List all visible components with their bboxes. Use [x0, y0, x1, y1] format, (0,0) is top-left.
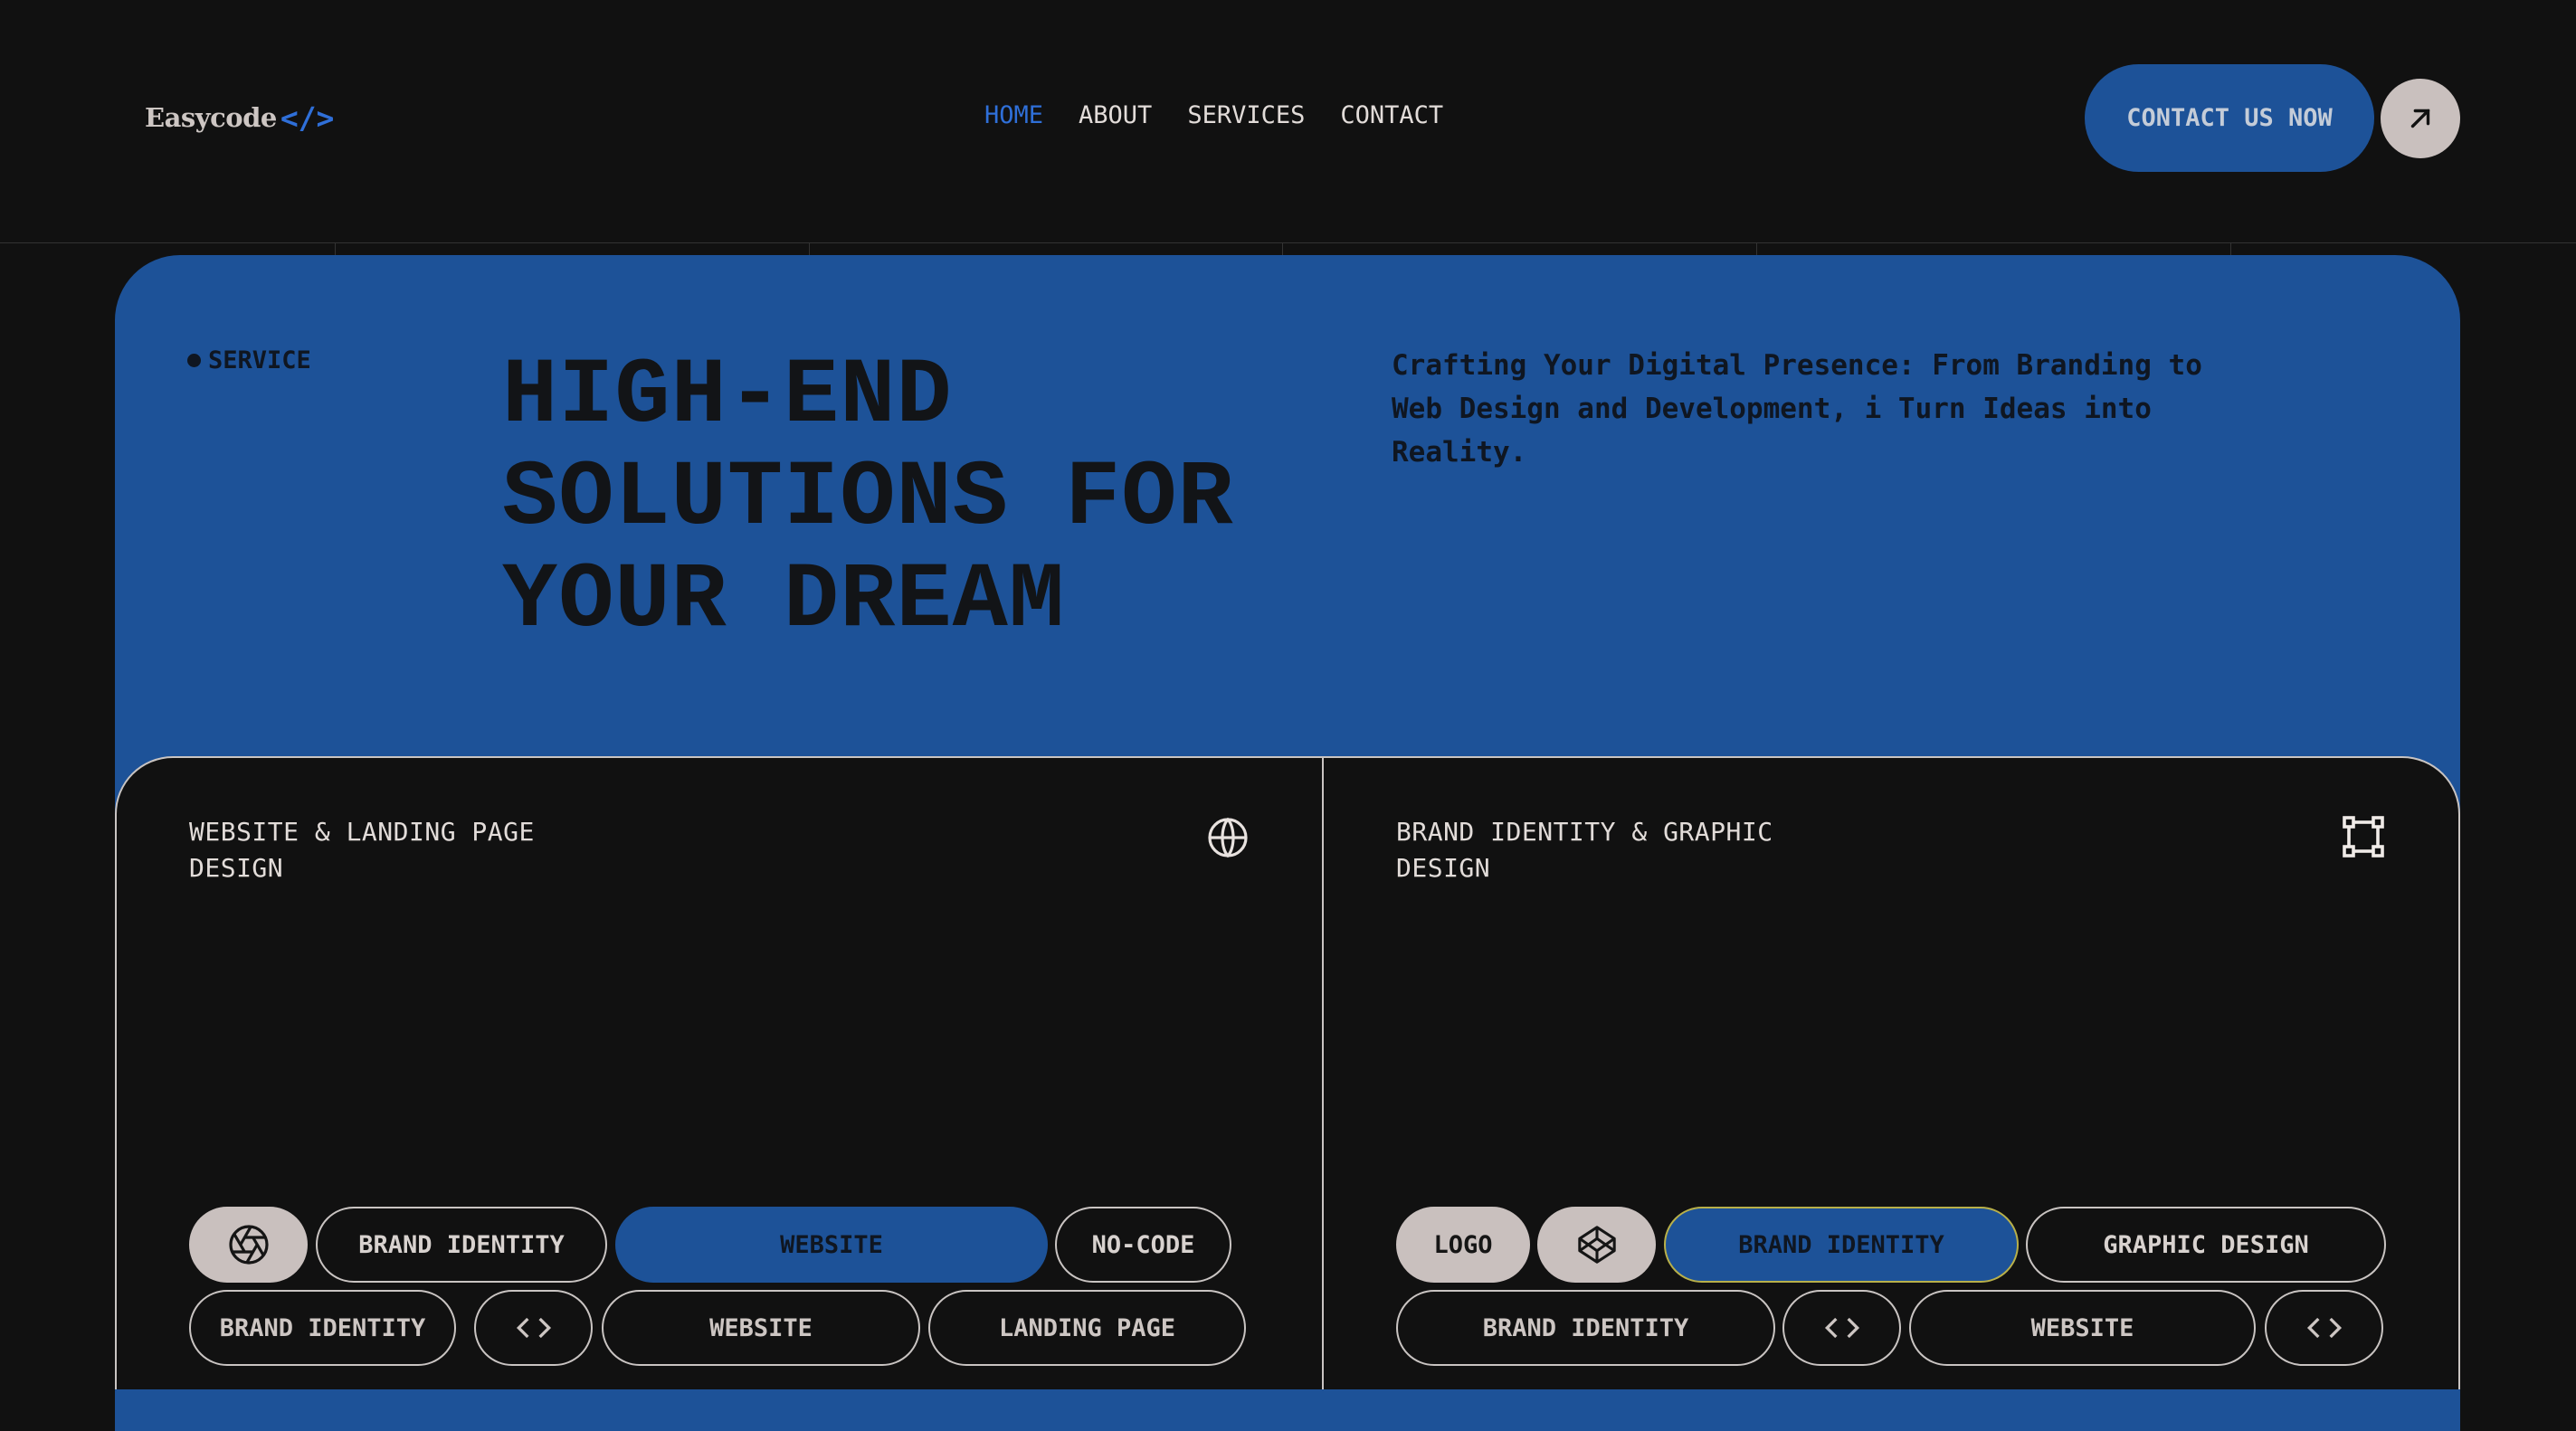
- nav-about[interactable]: ABOUT: [1079, 101, 1152, 129]
- frame-select-icon: [2343, 816, 2384, 858]
- chip-website[interactable]: WEBSITE: [602, 1290, 920, 1366]
- card-divider: [1322, 756, 1324, 1389]
- chip-website[interactable]: WEBSITE: [615, 1207, 1048, 1283]
- nav-contact[interactable]: CONTACT: [1340, 101, 1443, 129]
- arrow-up-right-icon: [2410, 109, 2430, 128]
- hero-title-line: YOUR DREAM: [502, 548, 1066, 653]
- code-icon: [1824, 1317, 1859, 1339]
- nav-services[interactable]: SERVICES: [1187, 101, 1305, 129]
- codepen-chip[interactable]: [1537, 1207, 1656, 1283]
- globe-icon: [1208, 817, 1248, 858]
- hero-title-line: HIGH-END: [502, 344, 953, 449]
- logo[interactable]: Easycode </>: [145, 98, 334, 137]
- code-chip[interactable]: [474, 1290, 593, 1366]
- header-divider: [0, 242, 2576, 243]
- code-chip[interactable]: [1782, 1290, 1901, 1366]
- aperture-chip[interactable]: [189, 1207, 308, 1283]
- chip-no-code[interactable]: NO-CODE: [1055, 1207, 1231, 1283]
- section-label-text: SERVICE: [208, 346, 311, 374]
- main-nav: HOME ABOUT SERVICES CONTACT: [984, 101, 1443, 129]
- code-brackets-icon: </>: [280, 100, 335, 136]
- section-label: SERVICE: [187, 346, 311, 374]
- chip-logo[interactable]: LOGO: [1396, 1207, 1530, 1283]
- hero-title-line: SOLUTIONS FOR: [502, 446, 1234, 551]
- hero-description: Crafting Your Digital Presence: From Bra…: [1392, 349, 2202, 469]
- chip-brand-identity[interactable]: BRAND IDENTITY: [316, 1207, 607, 1283]
- chip-website[interactable]: WEBSITE: [1909, 1290, 2256, 1366]
- nav-home[interactable]: HOME: [984, 101, 1043, 129]
- code-icon: [2306, 1317, 2342, 1339]
- contact-us-button[interactable]: CONTACT US NOW: [2085, 64, 2374, 172]
- bullet-dot: [187, 354, 201, 367]
- chip-graphic-design[interactable]: GRAPHIC DESIGN: [2026, 1207, 2386, 1283]
- chip-brand-identity[interactable]: BRAND IDENTITY: [189, 1290, 456, 1366]
- hero-title: HIGH-END SOLUTIONS FOR YOUR DREAM: [502, 346, 1298, 652]
- logo-text: Easycode: [145, 102, 277, 133]
- aperture-icon: [228, 1225, 269, 1265]
- chip-brand-identity[interactable]: BRAND IDENTITY: [1396, 1290, 1775, 1366]
- card-title-web: WEBSITE & LANDING PAGE DESIGN: [189, 817, 535, 883]
- code-chip[interactable]: [2265, 1290, 2383, 1366]
- arrow-up-right-button[interactable]: [2381, 79, 2460, 158]
- card-title-brand: BRAND IDENTITY & GRAPHIC DESIGN: [1396, 817, 1773, 883]
- chip-landing-page[interactable]: LANDING PAGE: [928, 1290, 1246, 1366]
- code-icon: [516, 1317, 551, 1339]
- chip-brand-identity[interactable]: BRAND IDENTITY: [1664, 1207, 2019, 1283]
- codepen-icon: [1577, 1226, 1616, 1264]
